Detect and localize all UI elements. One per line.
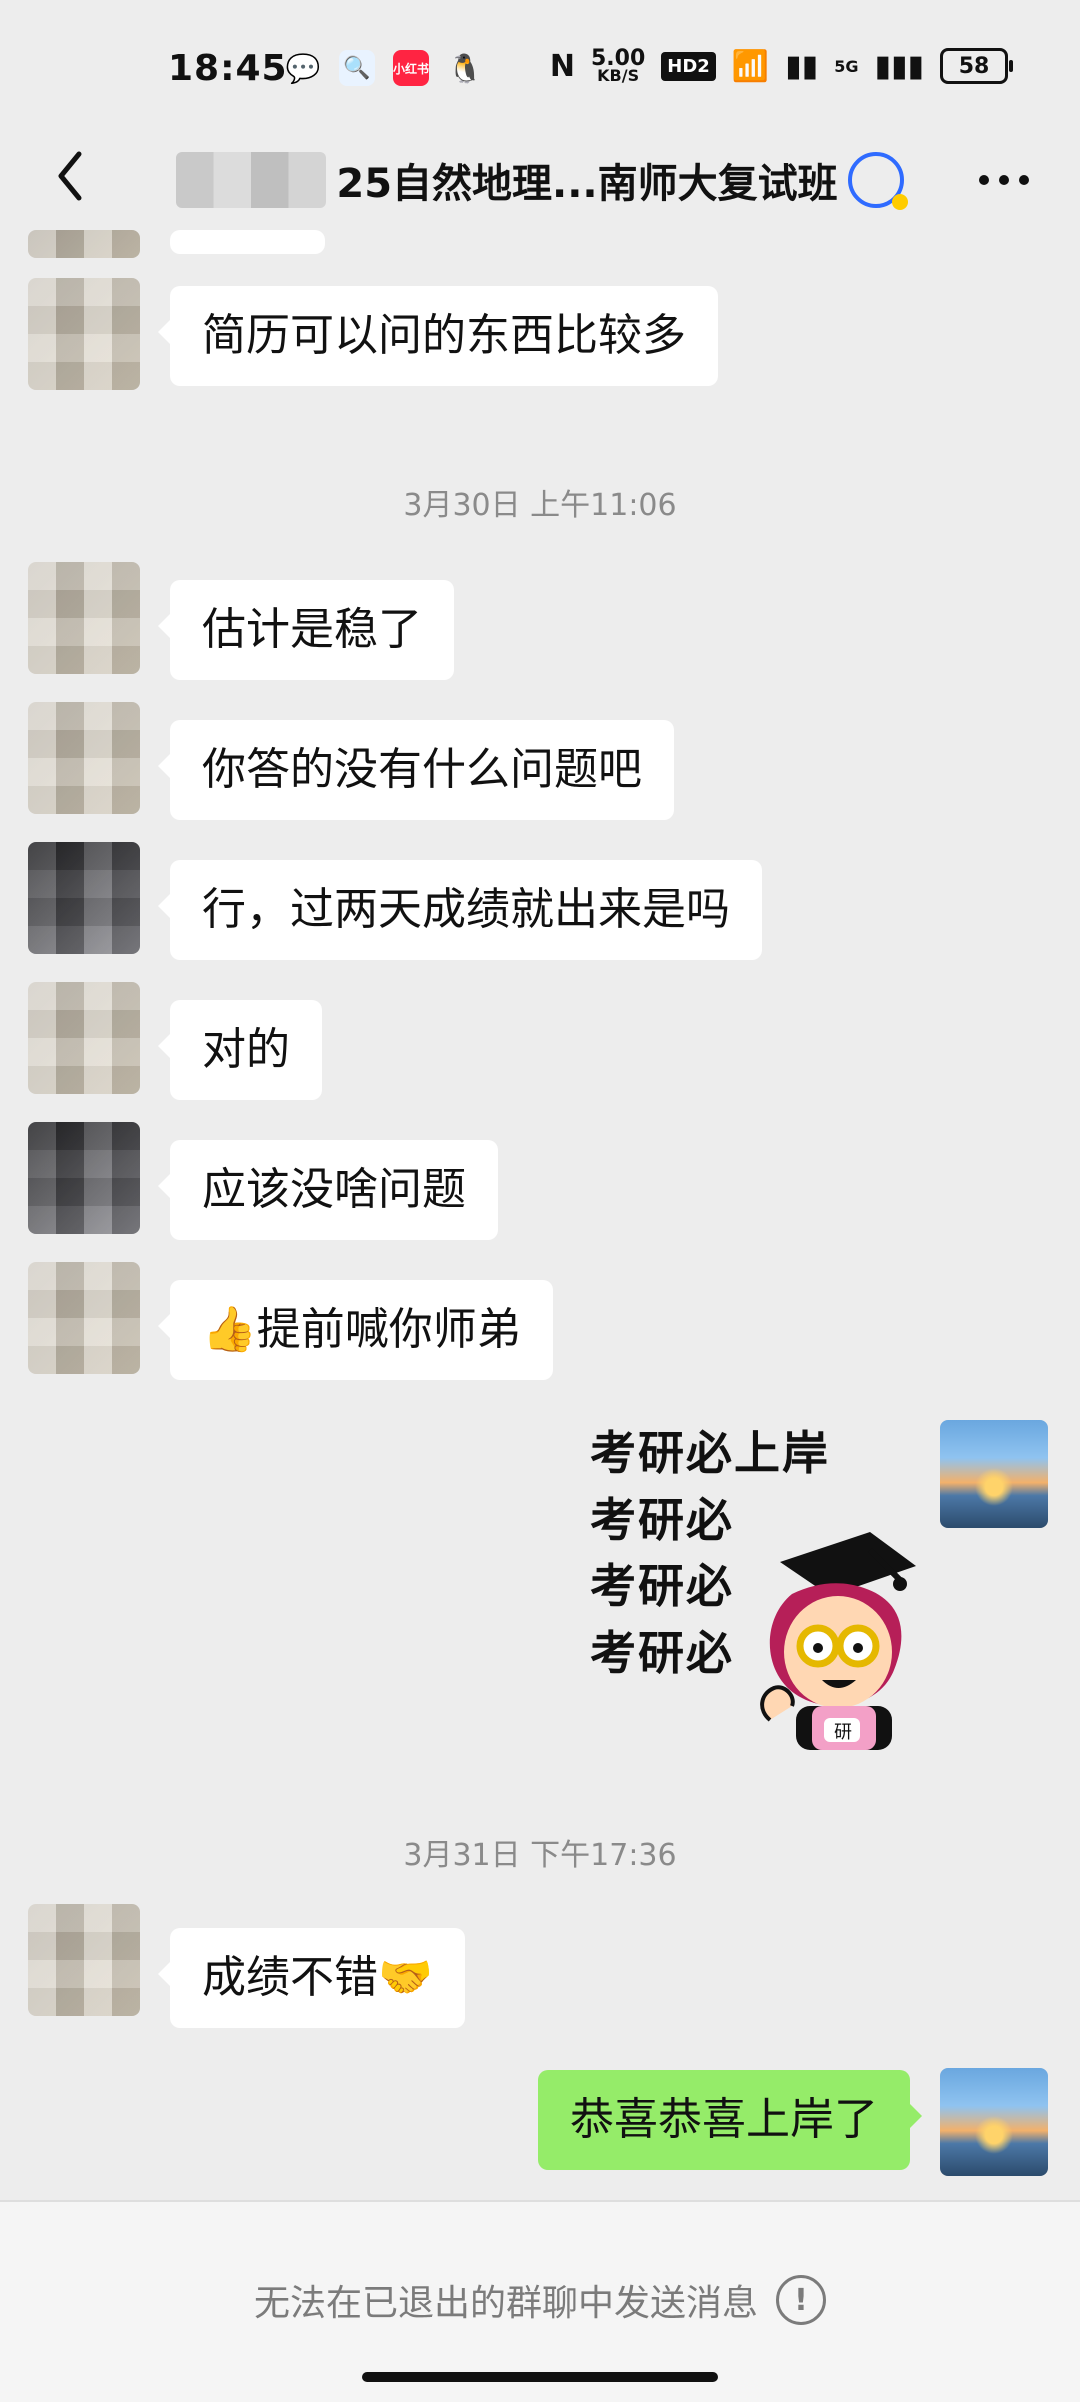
message-bubble[interactable]: 估计是稳了 bbox=[158, 580, 454, 680]
avatar-partial[interactable] bbox=[28, 230, 140, 258]
avatar[interactable] bbox=[28, 702, 140, 814]
nfc-icon: N bbox=[549, 48, 575, 84]
chat-title-area[interactable]: 25自然地理...南师大复试班 bbox=[140, 138, 940, 222]
fiveg-badge: 5G bbox=[834, 56, 859, 76]
back-icon bbox=[58, 151, 82, 201]
search-app-icon: 🔍 bbox=[339, 50, 375, 86]
self-avatar[interactable] bbox=[940, 2068, 1048, 2176]
chat-title: 25自然地理...南师大复试班 bbox=[336, 161, 838, 207]
bottom-bar: 无法在已退出的群聊中发送消息 ! bbox=[0, 2200, 1080, 2402]
status-app-icons: 💬 🔍 小红书 🐧 bbox=[285, 50, 483, 86]
partial-bubble bbox=[170, 230, 325, 254]
exit-notice: 无法在已退出的群聊中发送消息 ! bbox=[0, 2274, 1080, 2326]
graduate-character-icon: 研 bbox=[760, 1532, 916, 1750]
message-bubble[interactable]: 行，过两天成绩就出来是吗 bbox=[158, 860, 762, 960]
avatar[interactable] bbox=[28, 1122, 140, 1234]
message-bubble[interactable]: 对的 bbox=[158, 1000, 322, 1100]
home-indicator[interactable] bbox=[362, 2372, 718, 2382]
avatar[interactable] bbox=[28, 1904, 140, 2016]
hd-badge: HD2 bbox=[661, 51, 716, 81]
exit-notice-text: 无法在已退出的群聊中发送消息 bbox=[253, 2283, 758, 2324]
avatar[interactable] bbox=[28, 842, 140, 954]
more-icon bbox=[979, 175, 1029, 185]
handshake-icon: 🤝 bbox=[378, 1952, 433, 2003]
message-bubble[interactable]: 成绩不错🤝 bbox=[158, 1928, 465, 2028]
signal-icon-1: ▮▮ bbox=[785, 48, 819, 84]
more-button[interactable] bbox=[974, 150, 1034, 210]
message-bubble[interactable]: 👍提前喊你师弟 bbox=[158, 1280, 553, 1380]
blurred-title-prefix bbox=[176, 152, 327, 208]
info-icon[interactable]: ! bbox=[776, 2275, 826, 2325]
sticker[interactable]: 考研必上岸 考研必 考研必 考研必 研 bbox=[590, 1420, 920, 1750]
message-text: 提前喊你师弟 bbox=[256, 1304, 521, 1355]
message-bubble-self[interactable]: 恭喜恭喜上岸了 bbox=[538, 2070, 922, 2170]
network-speed-unit: KB/S bbox=[597, 65, 640, 85]
avatar[interactable] bbox=[28, 278, 140, 390]
battery-icon: 58 bbox=[940, 48, 1013, 84]
avatar[interactable] bbox=[28, 1262, 140, 1374]
chat-area[interactable]: 简历可以问的东西比较多 3月30日 上午11:06 估计是稳了 你答的没有什么问… bbox=[0, 230, 1080, 2200]
timestamp: 3月30日 上午11:06 bbox=[403, 488, 677, 523]
self-avatar[interactable] bbox=[940, 1420, 1048, 1528]
signal-icon-2: ▮▮▮ bbox=[874, 48, 924, 84]
message-text: 成绩不错 bbox=[202, 1952, 378, 2003]
status-time: 18:45 bbox=[168, 48, 288, 89]
message-bubble[interactable]: 简历可以问的东西比较多 bbox=[158, 286, 718, 386]
timestamp: 3月31日 下午17:36 bbox=[403, 1838, 677, 1873]
wifi-icon: 📶 bbox=[731, 48, 770, 84]
status-right: N 5.00 KB/S HD2 📶 ▮▮ 5G ▮▮▮ 58 bbox=[549, 48, 1013, 85]
status-bar: 18:45 💬 🔍 小红书 🐧 N 5.00 KB/S HD2 📶 ▮▮ 5G … bbox=[0, 0, 1080, 130]
chat-header: 25自然地理...南师大复试班 bbox=[0, 130, 1080, 230]
network-speed: 5.00 KB/S bbox=[591, 48, 645, 85]
back-button[interactable] bbox=[40, 146, 100, 206]
xiaohongshu-icon: 小红书 bbox=[393, 50, 429, 86]
sticker-line: 考研必上岸 bbox=[590, 1426, 830, 1480]
qq-icon: 🐧 bbox=[447, 51, 483, 85]
avatar[interactable] bbox=[28, 562, 140, 674]
message-bubble[interactable]: 你答的没有什么问题吧 bbox=[158, 720, 674, 820]
message-bubble[interactable]: 应该没啥问题 bbox=[158, 1140, 498, 1240]
sticker-badge: 研 bbox=[834, 1722, 852, 1743]
group-icon bbox=[847, 152, 908, 210]
avatar[interactable] bbox=[28, 982, 140, 1094]
wechat-icon: 💬 bbox=[285, 51, 321, 85]
thumbs-up-icon: 👍 bbox=[202, 1304, 257, 1355]
